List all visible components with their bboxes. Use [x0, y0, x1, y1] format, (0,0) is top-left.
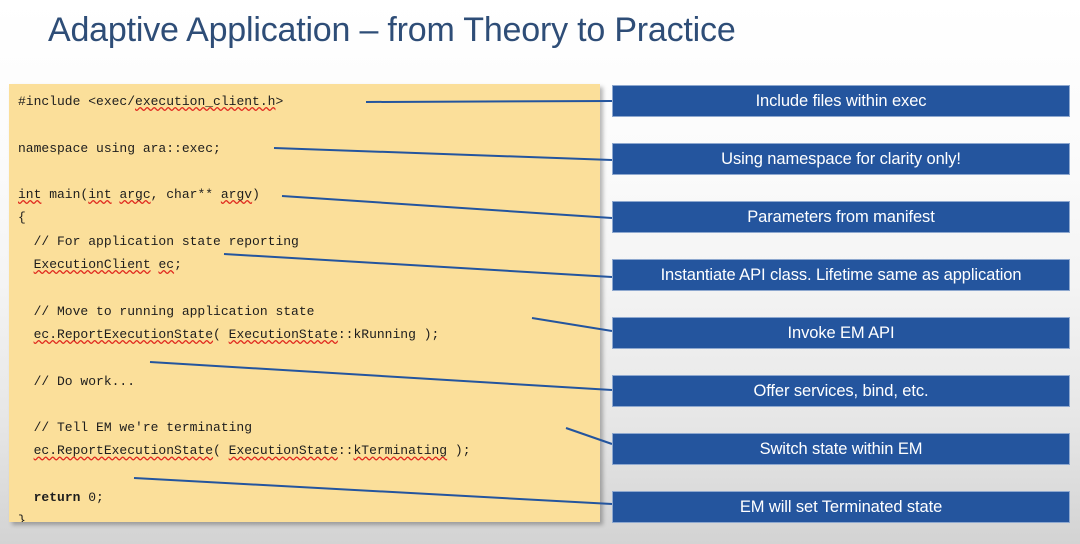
callout-label: Switch state within EM [759, 439, 923, 458]
callout-label: Using namespace for clarity only! [721, 149, 961, 168]
callout-box-6[interactable]: Offer services, bind, etc. [612, 375, 1070, 407]
callout-box-5[interactable]: Invoke EM API [612, 317, 1070, 349]
callout-box-7[interactable]: Switch state within EM [612, 433, 1070, 465]
callout-box-4[interactable]: Instantiate API class. Lifetime same as … [612, 259, 1070, 291]
callout-box-3[interactable]: Parameters from manifest [612, 201, 1070, 233]
slide-canvas: Adaptive Application – from Theory to Pr… [0, 0, 1080, 544]
callout-box-2[interactable]: Using namespace for clarity only! [612, 143, 1070, 175]
callout-label: Invoke EM API [787, 323, 895, 342]
callout-box-8[interactable]: EM will set Terminated state [612, 491, 1070, 523]
callout-box-1[interactable]: Include files within exec [612, 85, 1070, 117]
callout-label: Parameters from manifest [747, 207, 935, 226]
code-panel: #include <exec/execution_client.h> names… [9, 84, 600, 522]
code-listing: #include <exec/execution_client.h> names… [18, 94, 471, 522]
callout-label: Instantiate API class. Lifetime same as … [660, 265, 1022, 284]
callout-label: Include files within exec [755, 91, 927, 110]
page-title: Adaptive Application – from Theory to Pr… [48, 11, 736, 49]
callout-label: EM will set Terminated state [739, 497, 943, 516]
callout-label: Offer services, bind, etc. [753, 381, 929, 400]
